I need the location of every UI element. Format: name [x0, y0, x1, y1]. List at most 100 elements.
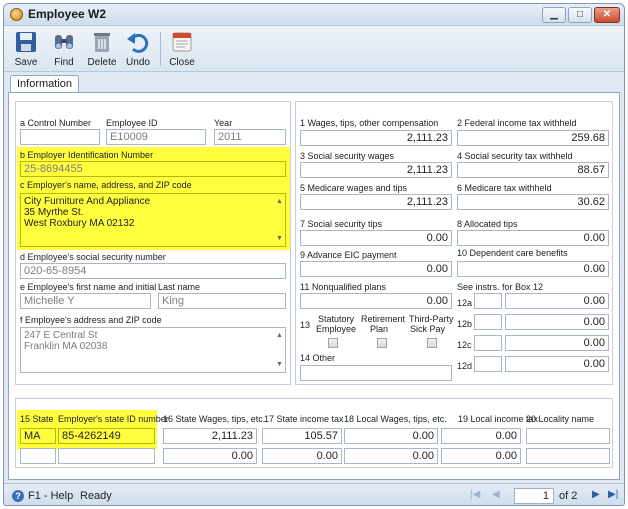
employee-address-line-2: Franklin MA 02038: [24, 341, 108, 352]
box12a-amount-field[interactable]: 0.00: [505, 293, 609, 309]
state-tax-field[interactable]: 105.57: [262, 428, 342, 444]
minimize-button[interactable]: ▁: [542, 7, 566, 23]
close-window-button[interactable]: ✕: [594, 7, 620, 23]
previous-page-icon[interactable]: ◀: [492, 489, 500, 500]
information-panel: a Control Number Employee ID E10009 Year…: [8, 92, 620, 480]
employer-name-address-field[interactable]: City Furniture And Appliance 35 Myrthe S…: [20, 193, 286, 247]
employee-address-scrollbar[interactable]: ▲ ▼: [275, 330, 284, 370]
toolbar: Save Find Delete Undo Close: [4, 26, 624, 72]
ssn-field[interactable]: 020-65-8954: [20, 263, 286, 279]
local-wages-field-2[interactable]: 0.00: [344, 448, 438, 464]
employee-address-label: f Employee's address and ZIP code: [20, 315, 162, 325]
employer-name-line-3: West Roxbury MA 02132: [24, 218, 135, 229]
find-button[interactable]: Find: [46, 29, 82, 71]
scroll-down-icon[interactable]: ▼: [275, 359, 284, 370]
first-name-label: e Employee's first name and initial: [20, 282, 157, 292]
box12d-code-field[interactable]: [474, 356, 502, 372]
box6-field[interactable]: 30.62: [457, 194, 609, 210]
delete-button[interactable]: Delete: [84, 29, 120, 71]
toolbar-separator: [160, 32, 161, 66]
employee-address-line-1: 247 E Central St: [24, 330, 98, 341]
third-party-sick-pay-checkbox[interactable]: [427, 338, 437, 348]
state-id-field-2[interactable]: [58, 448, 155, 464]
year-label: Year: [214, 118, 233, 128]
employer-name-line-2: 35 Myrthe St.: [24, 207, 84, 218]
box12a-code-field[interactable]: [474, 293, 502, 309]
state-field[interactable]: MA: [20, 428, 56, 444]
third-party-label-1: Third-Party: [409, 314, 454, 324]
help-icon[interactable]: ?: [12, 490, 24, 502]
employee-address-field[interactable]: 247 E Central St Franklin MA 02038 ▲ ▼: [20, 327, 286, 373]
state-wages-field-2[interactable]: 0.00: [163, 448, 257, 464]
title-bar: Employee W2 ▁ □ ✕: [4, 4, 624, 26]
state-tax-field-2[interactable]: 0.00: [262, 448, 342, 464]
state-field-2[interactable]: [20, 448, 56, 464]
scroll-down-icon[interactable]: ▼: [275, 233, 284, 244]
box12b-amount-field[interactable]: 0.00: [505, 314, 609, 330]
last-name-field[interactable]: King: [158, 293, 286, 309]
employee-id-label: Employee ID: [106, 118, 158, 128]
box10-label: 10 Dependent care benefits: [457, 248, 568, 258]
employee-id-field[interactable]: E10009: [106, 129, 206, 145]
status-bar: ? F1 - Help Ready |◀ ◀ 1 of 2 ▶ ▶|: [4, 483, 624, 505]
maximize-button[interactable]: □: [568, 7, 592, 23]
box9-field[interactable]: 0.00: [300, 261, 452, 277]
box7-field[interactable]: 0.00: [300, 230, 452, 246]
find-label: Find: [54, 57, 74, 68]
last-page-icon[interactable]: ▶|: [608, 489, 618, 500]
year-field[interactable]: 2011: [214, 129, 286, 145]
box12d-amount-field[interactable]: 0.00: [505, 356, 609, 372]
save-button[interactable]: Save: [8, 29, 44, 71]
close-label: Close: [169, 57, 195, 68]
box12-instructions-label: See instrs. for Box 12: [457, 282, 544, 292]
employee-w2-window: Employee W2 ▁ □ ✕ Save Find Delete Undo …: [3, 3, 625, 506]
box14-field[interactable]: [300, 365, 452, 381]
box12b-code-field[interactable]: [474, 314, 502, 330]
employer-name-label: c Employer's name, address, and ZIP code: [20, 180, 192, 190]
last-name-label: Last name: [158, 282, 201, 292]
third-party-label-2: Sick Pay: [410, 324, 446, 334]
box4-field[interactable]: 88.67: [457, 162, 609, 178]
box12c-amount-field[interactable]: 0.00: [505, 335, 609, 351]
first-page-icon[interactable]: |◀: [470, 489, 480, 500]
page-number-input[interactable]: 1: [514, 488, 554, 504]
state-wages-field[interactable]: 2,111.23: [163, 428, 257, 444]
first-name-field[interactable]: Michelle Y: [20, 293, 151, 309]
local-tax-field-2[interactable]: 0.00: [441, 448, 521, 464]
box8-field[interactable]: 0.00: [457, 230, 609, 246]
local-wages-field[interactable]: 0.00: [344, 428, 438, 444]
statutory-label-2: Employee: [316, 324, 357, 334]
box2-field[interactable]: 259.68: [457, 130, 609, 146]
box3-field[interactable]: 2,111.23: [300, 162, 452, 178]
binoculars-icon: [55, 35, 73, 49]
box4-label: 4 Social security tax withheld: [457, 151, 573, 161]
undo-button[interactable]: Undo: [120, 29, 156, 71]
box11-field[interactable]: 0.00: [300, 293, 452, 309]
box5-field[interactable]: 2,111.23: [300, 194, 452, 210]
tab-information[interactable]: Information: [10, 75, 80, 93]
state-wages-label: 16 State Wages, tips, etc.: [163, 414, 266, 424]
control-number-label: a Control Number: [20, 118, 92, 128]
wage-boxes-panel: 1 Wages, tips, other compensation 2,111.…: [295, 101, 613, 385]
box12c-code-field[interactable]: [474, 335, 502, 351]
retirement-plan-checkbox[interactable]: [377, 338, 387, 348]
close-button[interactable]: Close: [164, 29, 200, 71]
box10-field[interactable]: 0.00: [457, 261, 609, 277]
scroll-up-icon[interactable]: ▲: [275, 330, 284, 341]
scroll-up-icon[interactable]: ▲: [275, 196, 284, 207]
box8-label: 8 Allocated tips: [457, 219, 518, 229]
help-text[interactable]: F1 - Help: [28, 490, 73, 502]
box12c-label: 12c: [457, 340, 472, 350]
box12d-label: 12d: [457, 361, 473, 371]
locality-field[interactable]: [526, 428, 610, 444]
box1-field[interactable]: 2,111.23: [300, 130, 452, 146]
ein-field[interactable]: 25-8694455: [20, 161, 286, 177]
statutory-employee-checkbox[interactable]: [328, 338, 338, 348]
employer-address-scrollbar[interactable]: ▲ ▼: [275, 196, 284, 244]
state-id-field[interactable]: 85-4262149: [58, 428, 155, 444]
control-number-field[interactable]: [20, 129, 100, 145]
local-tax-field[interactable]: 0.00: [441, 428, 521, 444]
next-page-icon[interactable]: ▶: [592, 489, 600, 500]
statutory-label-1: Statutory: [318, 314, 355, 324]
locality-field-2[interactable]: [526, 448, 610, 464]
